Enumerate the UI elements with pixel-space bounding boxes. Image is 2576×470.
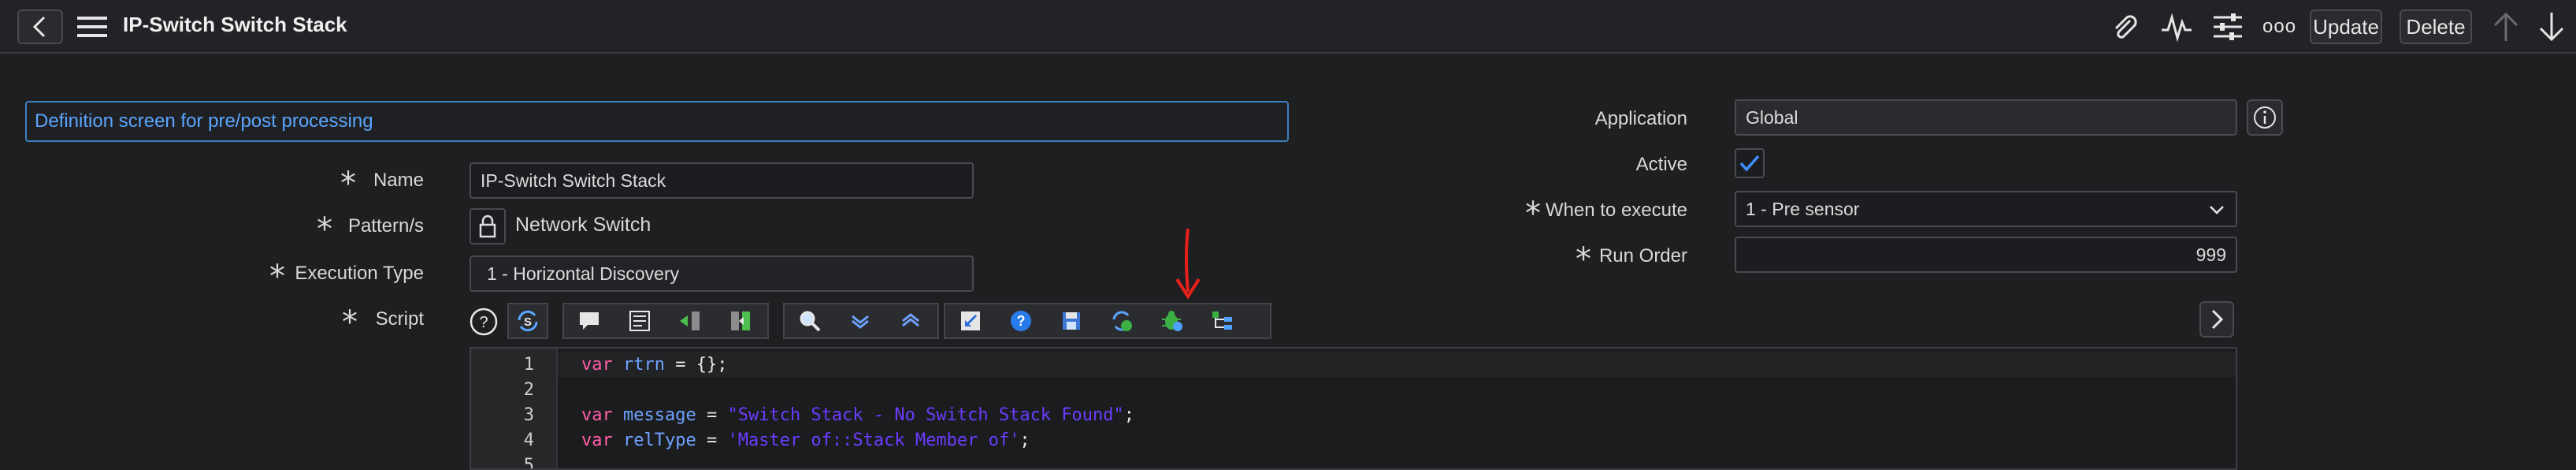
active-line-highlight	[558, 352, 2236, 377]
script-include-icon: S	[518, 310, 538, 332]
chevron-double-down-icon	[852, 315, 869, 329]
hamburger-menu-icon[interactable]	[77, 14, 107, 43]
svg-text:?: ?	[1017, 313, 1026, 329]
line-number: 1	[523, 355, 534, 375]
help-blue-icon: ?	[1011, 311, 1031, 331]
code-variable: relType	[623, 431, 696, 450]
active-label: Active	[1635, 154, 1687, 175]
code-variable: rtrn	[623, 355, 665, 375]
help-button[interactable]: ?	[996, 304, 1046, 338]
find-next-button[interactable]	[835, 304, 885, 338]
active-checkbox[interactable]	[1735, 148, 1765, 178]
chevron-right-icon	[2211, 309, 2224, 330]
execution-type-field: 1 - Horizontal Discovery	[470, 256, 974, 292]
code-plain: =	[696, 431, 728, 450]
chevron-left-icon	[32, 16, 46, 38]
code-keyword: var	[581, 405, 613, 425]
insert-left-icon	[680, 311, 700, 330]
settings-sliders-icon[interactable]	[2212, 11, 2244, 47]
run-order-label: Run Order	[1598, 245, 1687, 267]
save-button[interactable]	[1046, 304, 1097, 338]
annotation-arrow	[1169, 226, 1207, 308]
activity-pulse-icon[interactable]	[2160, 11, 2193, 47]
when-to-execute-select[interactable]: 1 - Pre sensor	[1735, 191, 2237, 227]
back-button[interactable]	[17, 9, 63, 44]
insert-right-button[interactable]	[715, 304, 766, 338]
pattern-value[interactable]: Network Switch	[515, 213, 651, 237]
script-sync-button[interactable]	[1097, 304, 1147, 338]
application-label: Application	[1594, 108, 1687, 129]
script-tree-button[interactable]	[1197, 304, 1248, 338]
checkmark-icon	[1739, 155, 1760, 172]
format-icon	[629, 311, 650, 331]
chevron-down-icon	[2210, 206, 2224, 214]
script-editor[interactable]: 1 2 3 4 5 var rtrn = {}; var message = "…	[470, 347, 2237, 470]
update-button[interactable]: Update	[2310, 9, 2382, 44]
script-sync-icon	[1112, 311, 1132, 331]
description-banner: Definition screen for pre/post processin…	[25, 101, 1289, 142]
execution-type-label: Execution Type	[295, 263, 424, 284]
form-title: IP-Switch Switch Stack	[123, 13, 347, 36]
arrow-up-icon[interactable]	[2491, 11, 2521, 47]
application-info-button[interactable]	[2247, 99, 2283, 136]
pattern-lock-button[interactable]	[470, 208, 506, 244]
info-icon	[2254, 106, 2276, 129]
code-plain: =	[696, 405, 728, 425]
application-field: Global	[1735, 99, 2237, 136]
arrow-down-icon[interactable]	[2537, 11, 2567, 47]
format-code-button[interactable]	[614, 304, 665, 338]
required-marker: *	[1525, 196, 1541, 232]
pattern-label: Pattern/s	[347, 215, 424, 237]
more-options-icon[interactable]: ooo	[2262, 16, 2296, 38]
search-icon	[800, 311, 821, 332]
code-string: "Switch Stack - No Switch Stack Found"	[727, 405, 1124, 425]
floppy-disk-icon	[1063, 312, 1080, 330]
toggle-comment-button[interactable]	[564, 304, 614, 338]
chevron-double-up-icon	[902, 313, 919, 327]
line-number-gutter: 1 2 3 4 5	[471, 349, 558, 470]
insert-right-icon	[731, 311, 750, 330]
line-number: 5	[523, 456, 534, 470]
debug-script-button[interactable]	[1147, 304, 1197, 338]
lock-icon	[479, 214, 496, 238]
expand-panel-button[interactable]	[2199, 301, 2234, 338]
code-plain: = {};	[664, 355, 728, 375]
code-keyword: var	[581, 355, 613, 375]
line-number: 3	[523, 405, 534, 425]
fullscreen-button[interactable]	[945, 304, 996, 338]
help-circle-icon[interactable]: ?	[468, 306, 499, 341]
code-plain: ;	[1123, 405, 1135, 425]
when-to-execute-label: When to execute	[1545, 200, 1687, 221]
code-variable: message	[623, 405, 696, 425]
script-label: Script	[375, 308, 424, 330]
name-label: Name	[373, 170, 424, 191]
editor-toolbar-group-search	[783, 303, 939, 339]
code-line-3: var message = "Switch Stack - No Switch …	[581, 405, 1134, 425]
insert-left-button[interactable]	[665, 304, 715, 338]
comment-icon	[580, 312, 599, 330]
line-number: 2	[523, 380, 534, 400]
svg-text:S: S	[524, 315, 532, 329]
tree-structure-icon	[1212, 311, 1232, 330]
code-line-4: var relType = 'Master of::Stack Member o…	[581, 431, 1030, 450]
search-button[interactable]	[785, 304, 835, 338]
run-order-input[interactable]: 999	[1735, 237, 2237, 273]
script-include-button[interactable]: S	[507, 303, 548, 339]
name-input[interactable]: IP-Switch Switch Stack	[470, 162, 974, 199]
svg-text:?: ?	[479, 314, 488, 331]
expand-icon	[961, 311, 980, 330]
bug-debug-icon	[1162, 311, 1182, 331]
code-string: 'Master of::Stack Member of'	[727, 431, 1020, 450]
code-keyword: var	[581, 431, 613, 450]
paperclip-icon[interactable]	[2108, 11, 2140, 47]
editor-toolbar-group-edit	[562, 303, 769, 339]
when-to-execute-value: 1 - Pre sensor	[1746, 199, 1860, 219]
line-number: 4	[523, 431, 534, 450]
editor-toolbar-group-actions: ?	[944, 303, 1271, 339]
code-line-1: var rtrn = {};	[581, 355, 727, 375]
find-previous-button[interactable]	[885, 304, 936, 338]
code-plain: ;	[1019, 431, 1030, 450]
delete-button[interactable]: Delete	[2400, 9, 2472, 44]
form-header: IP-Switch Switch Stack ooo Update Delete	[0, 0, 2576, 54]
